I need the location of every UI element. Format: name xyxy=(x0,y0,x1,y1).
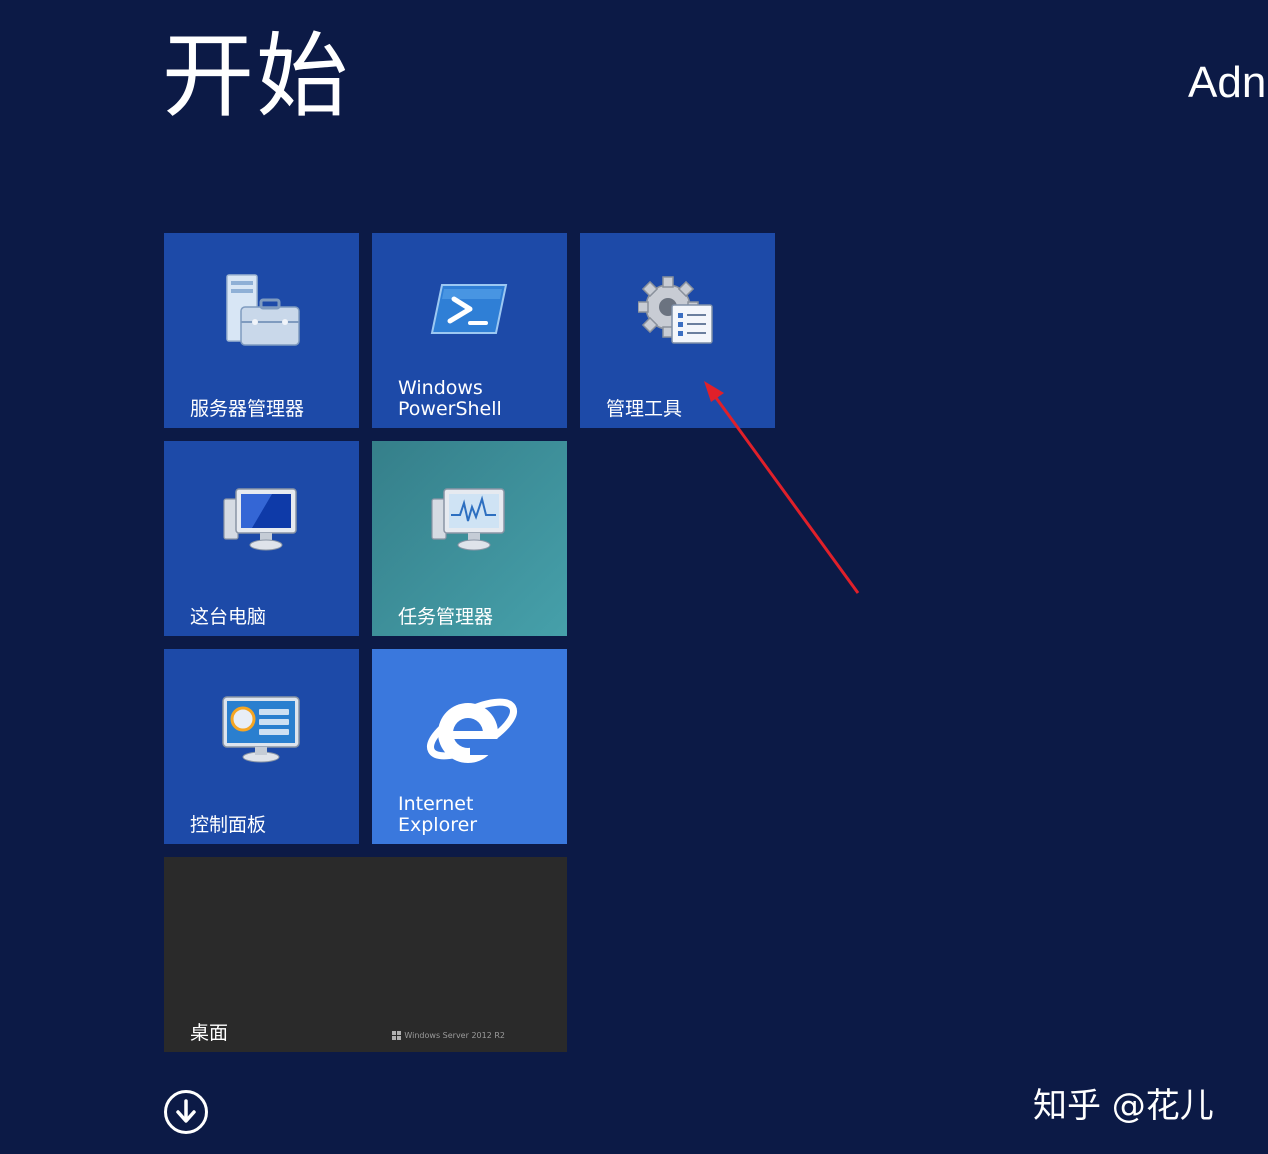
start-title: 开始 xyxy=(162,23,351,130)
tile-desktop[interactable]: 桌面 Windows Server 2012 R2 xyxy=(164,857,567,1052)
task-manager-icon xyxy=(430,485,510,561)
arrow-down-icon xyxy=(176,1099,196,1123)
os-name-text: Windows Server 2012 R2 xyxy=(404,1031,505,1040)
powershell-icon xyxy=(430,281,510,341)
tile-label: 这台电脑 xyxy=(190,606,267,628)
tile-label: 服务器管理器 xyxy=(190,398,305,420)
tile-label: 控制面板 xyxy=(190,814,267,836)
all-apps-button[interactable] xyxy=(164,1090,208,1134)
windows-logo-icon xyxy=(392,1031,402,1040)
tile-server-manager[interactable]: 服务器管理器 xyxy=(164,233,359,428)
tile-this-pc[interactable]: 这台电脑 xyxy=(164,441,359,636)
tile-admin-tools[interactable]: 管理工具 xyxy=(580,233,775,428)
control-panel-icon xyxy=(221,693,303,769)
tile-label: Internet Explorer xyxy=(398,793,478,836)
tile-powershell[interactable]: Windows PowerShell xyxy=(372,233,567,428)
server-manager-icon xyxy=(217,267,307,355)
tile-label: Windows PowerShell xyxy=(398,377,502,420)
watermark: 知乎 @花儿 xyxy=(1033,1086,1214,1126)
user-account-name[interactable]: Adn xyxy=(1188,58,1266,108)
start-screen: 开始 Adn 服务器管理器 Windows PowerShell 管理工具 这台… xyxy=(0,0,1268,1154)
admin-tools-icon xyxy=(636,273,718,353)
tile-control-panel[interactable]: 控制面板 xyxy=(164,649,359,844)
tile-label: 桌面 xyxy=(190,1022,229,1044)
tile-label: 任务管理器 xyxy=(398,606,494,628)
internet-explorer-icon xyxy=(420,679,520,783)
tile-internet-explorer[interactable]: Internet Explorer xyxy=(372,649,567,844)
tile-label: 管理工具 xyxy=(606,398,683,420)
tile-task-manager[interactable]: 任务管理器 xyxy=(372,441,567,636)
computer-icon xyxy=(222,485,302,561)
windows-server-branding: Windows Server 2012 R2 xyxy=(392,1031,505,1040)
